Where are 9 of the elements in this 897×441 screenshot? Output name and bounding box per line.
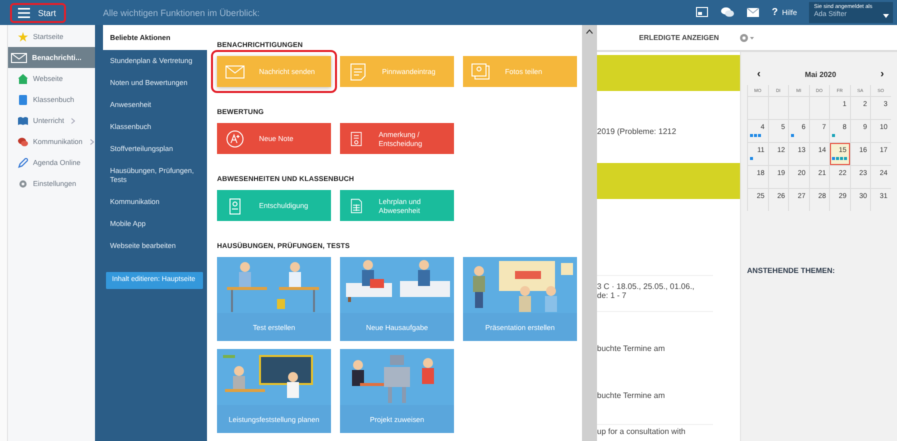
previous-month-button[interactable]: ‹ bbox=[755, 68, 763, 80]
start-button[interactable]: Start bbox=[10, 2, 66, 22]
overview-title: Alle wichtigen Funktionen im Überblick: bbox=[103, 8, 260, 18]
entry-text: up for a consultation with bbox=[597, 427, 686, 436]
entry-text: buchte Termine am bbox=[597, 391, 713, 425]
entry-text: 2019 (Probleme: 1212 bbox=[597, 127, 678, 136]
entry-text: 3 C · 18.05., 25.05., 01.06., de: 1 - 7 bbox=[597, 275, 713, 312]
entry-text: buchte Termine am bbox=[597, 344, 666, 353]
next-month-button[interactable]: › bbox=[878, 68, 886, 80]
